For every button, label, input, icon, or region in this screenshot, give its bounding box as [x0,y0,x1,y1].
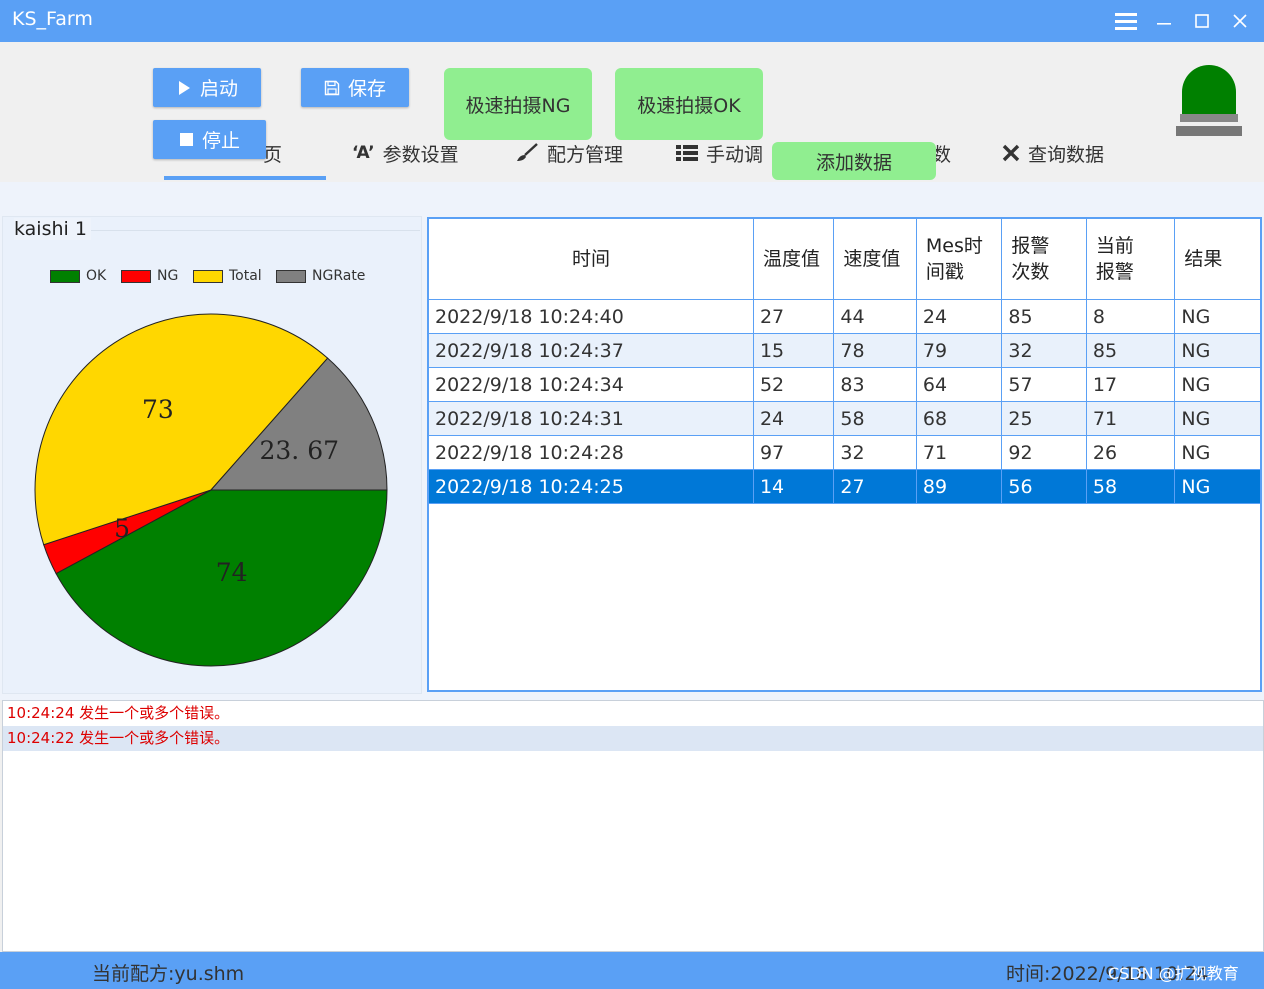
table-row-selected[interactable]: 2022/9/18 10:24:25 14 27 89 56 58 NG [429,469,1260,504]
cell-result: NG [1174,333,1260,368]
cell-current-alarm: 17 [1086,367,1176,402]
cell-result: NG [1174,299,1260,334]
watermark-text: CSDN @扩视教育 [1108,964,1239,983]
cell-mes-timestamp: 68 [916,401,1003,436]
cell-time: 2022/9/18 10:24:34 [429,367,754,402]
cell-alarm-count: 85 [1001,299,1087,334]
cell-temperature: 97 [753,435,835,470]
column-header-current-alarm-line1: 当前 [1095,235,1134,257]
log-entry[interactable]: 10:24:22 发生一个或多个错误。 [3,726,1263,751]
cell-time: 2022/9/18 10:24:37 [429,333,754,368]
cell-result: NG [1174,401,1260,436]
pie-label-ok: 74 [216,558,248,587]
cell-speed: 44 [833,299,917,334]
cell-current-alarm: 26 [1086,435,1176,470]
log-entry[interactable]: 10:24:24 发生一个或多个错误。 [3,701,1263,726]
cell-current-alarm: 8 [1086,299,1176,334]
cell-alarm-count: 57 [1001,367,1087,402]
cell-time: 2022/9/18 10:24:31 [429,401,754,436]
cell-mes-timestamp: 89 [916,469,1003,504]
column-header-time-label: 时间 [571,248,610,270]
cell-temperature: 52 [753,367,835,402]
cell-result: NG [1174,469,1260,504]
table-header-row: 时间 温度值 速度值 Mes时 间戳 报警 次数 当前 报警 结果 [429,219,1260,300]
cell-mes-timestamp: 71 [916,435,1003,470]
cell-alarm-count: 56 [1001,469,1087,504]
status-bar: 当前配方:yu.shm 时间:2022/9/18 10:24 [0,952,1264,989]
table-row[interactable]: 2022/9/18 10:24:31 24 58 68 25 71 NG [429,401,1260,436]
cell-temperature: 15 [753,333,835,368]
column-header-temperature-label: 温度值 [762,248,820,270]
table-row[interactable]: 2022/9/18 10:24:37 15 78 79 32 85 NG [429,333,1260,368]
column-header-mes-timestamp[interactable]: Mes时 间戳 [916,219,1003,300]
status-recipe: 当前配方:yu.shm [92,963,245,985]
cell-mes-timestamp: 79 [916,333,1003,368]
cell-speed: 78 [833,333,917,368]
log-list[interactable]: 10:24:24 发生一个或多个错误。 10:24:22 发生一个或多个错误。 [2,700,1264,952]
cell-time: 2022/9/18 10:24:40 [429,299,754,334]
column-header-time[interactable]: 时间 [429,219,754,300]
cell-alarm-count: 25 [1001,401,1087,436]
cell-mes-timestamp: 64 [916,367,1003,402]
column-header-speed[interactable]: 速度值 [833,219,917,300]
data-grid[interactable]: 时间 温度值 速度值 Mes时 间戳 报警 次数 当前 报警 结果 2022/9… [427,217,1262,692]
column-header-mes-line2: 间戳 [925,261,964,283]
column-header-temperature[interactable]: 温度值 [753,219,835,300]
pie-label-total: 73 [142,395,174,424]
column-header-alarm-count-line1: 报警 [1011,235,1050,257]
column-header-result-label: 结果 [1184,248,1223,270]
cell-result: NG [1174,435,1260,470]
cell-temperature: 24 [753,401,835,436]
column-header-result[interactable]: 结果 [1174,219,1260,300]
cell-result: NG [1174,367,1260,402]
column-header-speed-label: 速度值 [843,248,901,270]
cell-temperature: 14 [753,469,835,504]
cell-speed: 58 [833,401,917,436]
table-row[interactable]: 2022/9/18 10:24:34 52 83 64 57 17 NG [429,367,1260,402]
cell-mes-timestamp: 24 [916,299,1003,334]
cell-alarm-count: 92 [1001,435,1087,470]
cell-temperature: 27 [753,299,835,334]
cell-time: 2022/9/18 10:24:28 [429,435,754,470]
cell-time: 2022/9/18 10:24:25 [429,469,754,504]
table-row[interactable]: 2022/9/18 10:24:40 27 44 24 85 8 NG [429,299,1260,334]
cell-current-alarm: 71 [1086,401,1176,436]
column-header-alarm-count[interactable]: 报警 次数 [1001,219,1087,300]
column-header-current-alarm[interactable]: 当前 报警 [1086,219,1176,300]
table-row[interactable]: 2022/9/18 10:24:28 97 32 71 92 26 NG [429,435,1260,470]
cell-current-alarm: 85 [1086,333,1176,368]
pie-label-ng: 5 [114,514,130,543]
cell-speed: 32 [833,435,917,470]
cell-current-alarm: 58 [1086,469,1176,504]
cell-alarm-count: 32 [1001,333,1087,368]
pie-label-ngrate: 23. 67 [259,436,339,465]
cell-speed: 83 [833,367,917,402]
column-header-current-alarm-line2: 报警 [1095,261,1134,283]
cell-speed: 27 [833,469,917,504]
column-header-mes-line1: Mes时 [925,235,983,257]
column-header-alarm-count-line2: 次数 [1011,261,1050,283]
